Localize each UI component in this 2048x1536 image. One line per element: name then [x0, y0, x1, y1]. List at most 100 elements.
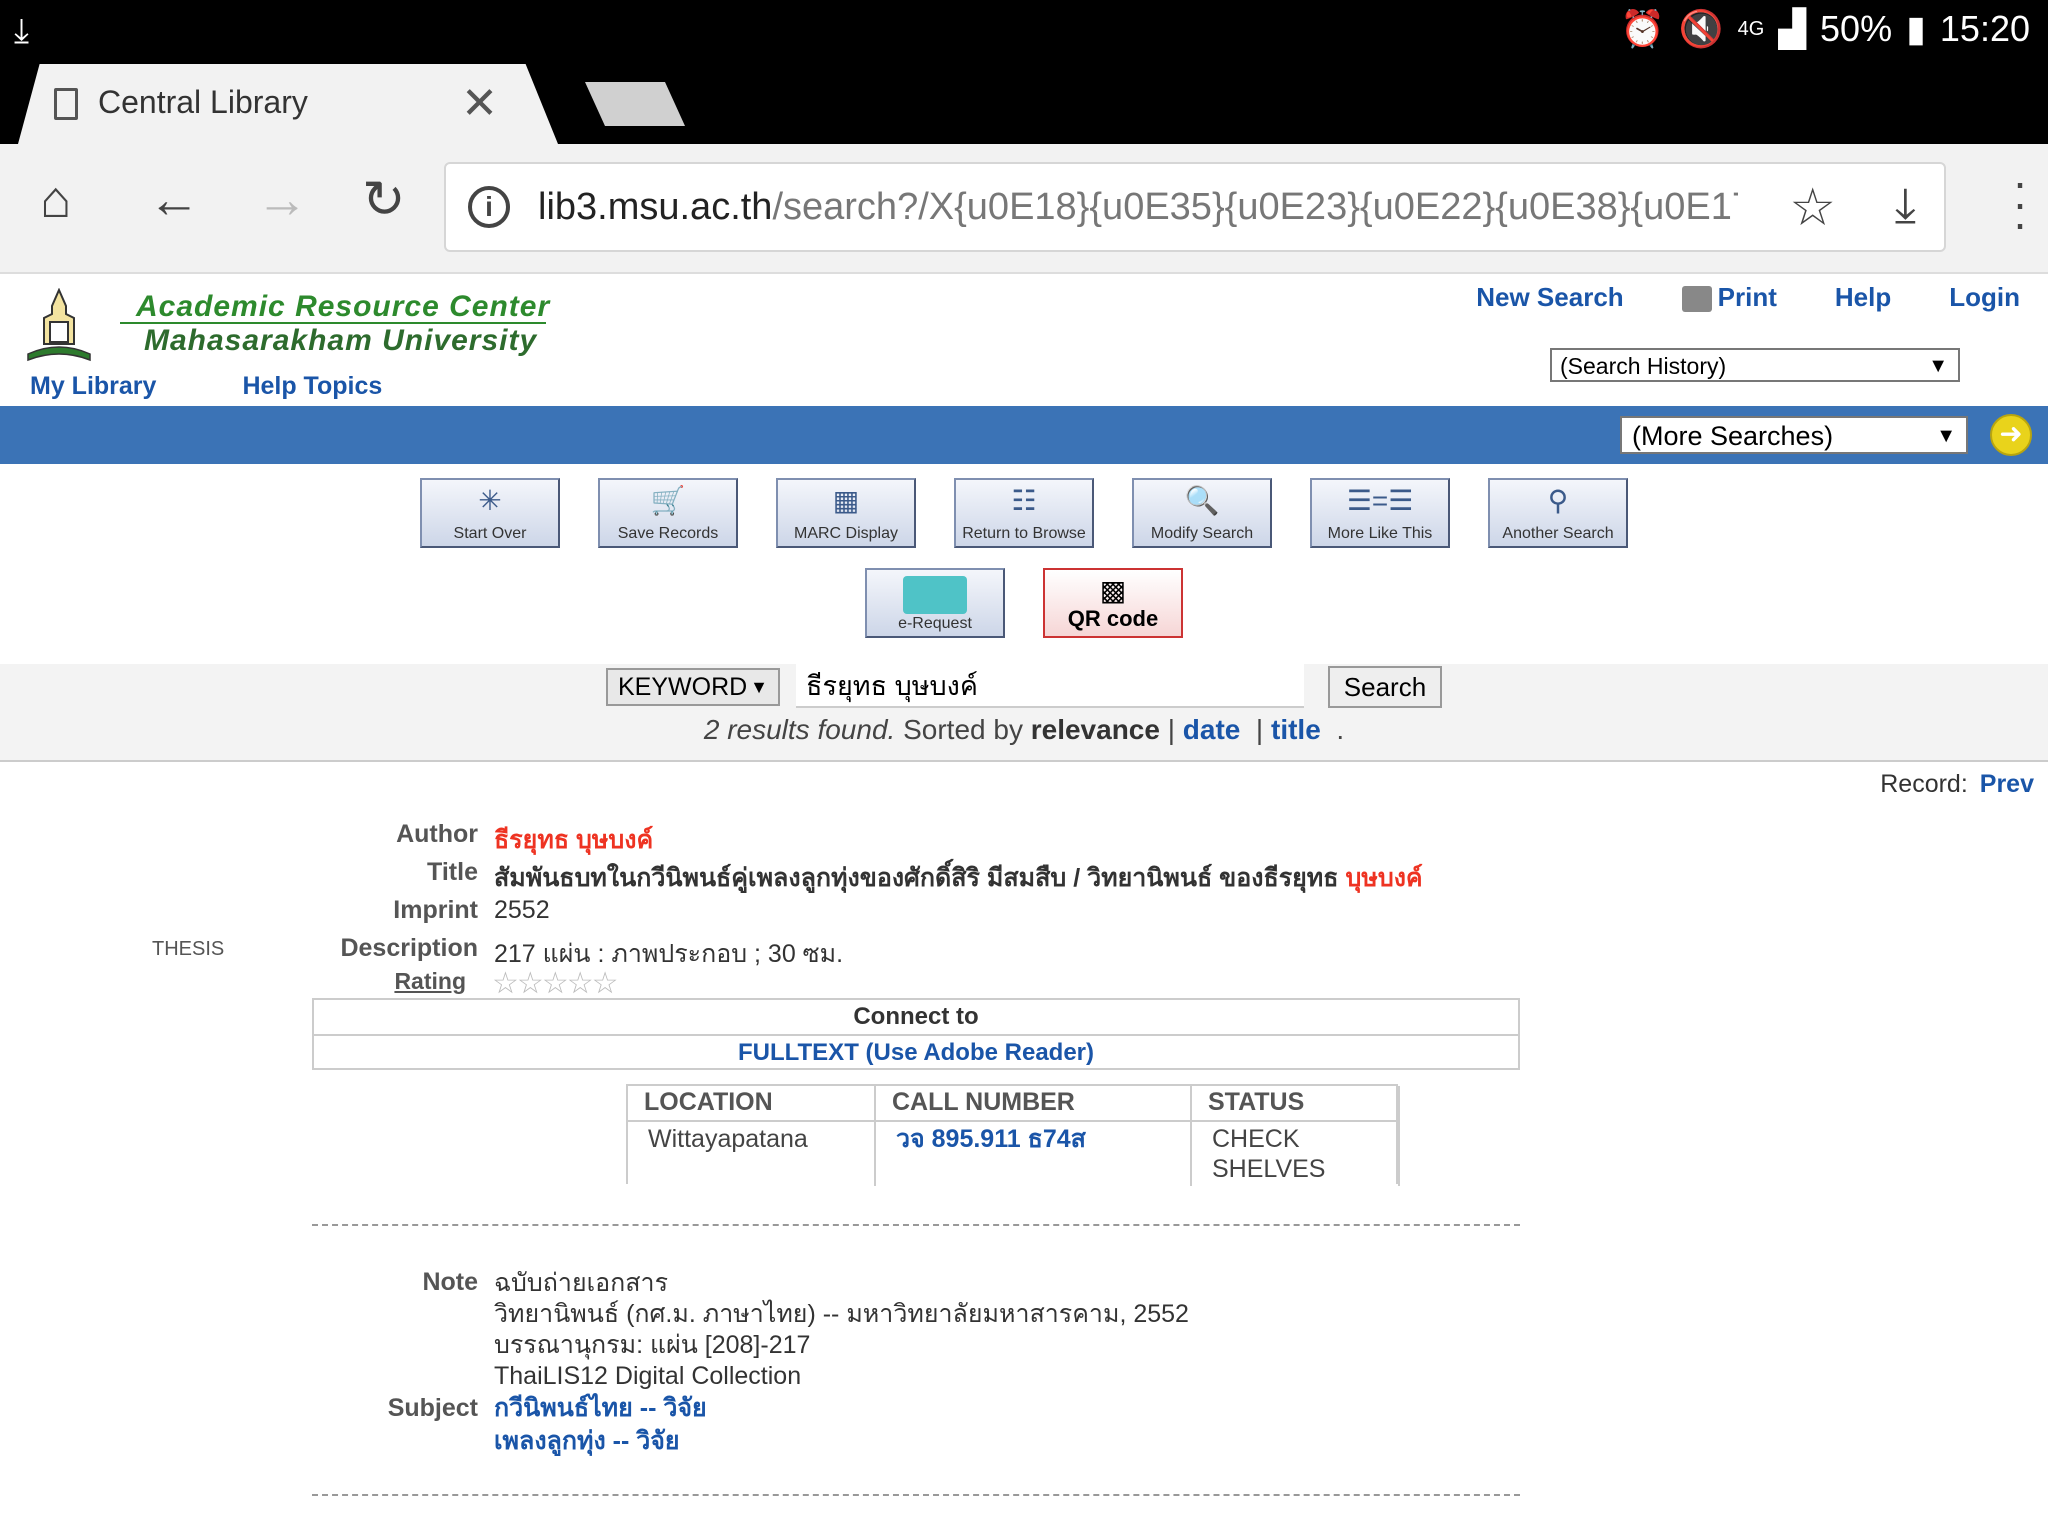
rating-star-icon[interactable]: ☆ [542, 967, 569, 1000]
close-tab-icon[interactable]: ✕ [461, 78, 498, 129]
status-line-1: CHECK [1212, 1125, 1300, 1153]
modify-search-button[interactable]: 🔍 Modify Search [1132, 478, 1272, 548]
button-label: MARC Display [793, 525, 898, 542]
button-label: Start Over [453, 525, 527, 542]
more-searches-select[interactable]: (More Searches) ▼ [1620, 416, 1968, 454]
holdings-column-status: STATUS CHECK SHELVES [1192, 1086, 1400, 1186]
action-buttons-row: ✳ Start Over 🛒 Save Records ▦ MARC Display … [0, 478, 2048, 548]
web-page: Academic Resource Center Mahasarakham Un… [0, 272, 2048, 1536]
sort-relevance: relevance [1030, 714, 1160, 745]
rating-stars[interactable]: ☆☆☆☆☆ [492, 966, 619, 1001]
button-label: Modify Search [1150, 525, 1254, 542]
button-label: Return to Browse [962, 525, 1086, 542]
download-page-icon[interactable]: ⤓ [1895, 178, 1916, 234]
clock: 15:20 [1939, 8, 2030, 49]
start-over-button[interactable]: ✳ Start Over [420, 478, 560, 548]
university-logo-icon [27, 288, 91, 362]
search-button[interactable]: Search [1328, 666, 1442, 708]
rating-star-icon[interactable]: ☆ [517, 967, 544, 1000]
e-request-button[interactable]: e-Request [865, 568, 1005, 638]
bookmark-star-icon[interactable]: ☆ [1789, 178, 1836, 238]
holdings-table: LOCATION Wittayapatana CALL NUMBER วจ 89… [626, 1084, 1400, 1186]
address-bar[interactable]: i lib3.msu.ac.th/search?/X{u0E18}{u0E35}… [444, 162, 1946, 252]
forward-icon[interactable]: → [256, 174, 308, 226]
button-label: e-Request [898, 615, 972, 632]
back-icon[interactable]: ← [148, 174, 200, 226]
qr-code-button[interactable]: ▩ QR code [1043, 568, 1183, 638]
record-navigation: Record: Prev [1880, 770, 2034, 799]
login-link[interactable]: Login [1949, 282, 2020, 313]
status-value: CHECK SHELVES [1192, 1122, 1398, 1184]
more-searches-value: (More Searches) [1632, 421, 1834, 451]
top-links: New Search Print Help Login [1476, 282, 2020, 313]
sort-date-link[interactable]: date [1183, 714, 1241, 745]
note-label: Note [422, 1268, 478, 1296]
description-label: Description [340, 934, 478, 962]
holdings-column-call-number: CALL NUMBER วจ 895.911 ธ74ส [876, 1086, 1192, 1186]
overflow-menu-icon[interactable]: · · · [2010, 159, 2030, 246]
fulltext-link[interactable]: FULLTEXT (Use Adobe Reader) [314, 1036, 1518, 1070]
printer-icon [1681, 286, 1712, 313]
divider [312, 1224, 1520, 1226]
home-icon[interactable]: ⌂ [40, 174, 71, 226]
nav-bar: (More Searches) ▼ ➜ [0, 406, 2048, 464]
qr-code-icon: ▩ [1099, 575, 1127, 606]
network-label: 4G [1737, 17, 1765, 40]
print-link[interactable]: Print [1681, 282, 1777, 313]
search-input[interactable]: ธีรยุทธ บุษบงค์ [796, 664, 1304, 708]
rating-star-icon[interactable]: ☆ [492, 967, 519, 1000]
dropdown-arrow-icon: ▼ [1936, 425, 1956, 447]
marc-display-button[interactable]: ▦ MARC Display [776, 478, 916, 548]
info-icon[interactable]: i [468, 186, 510, 228]
url-host: lib3.msu.ac.th [538, 186, 773, 228]
tab-title: Central Library [98, 84, 308, 120]
results-summary: 2 results found. Sorted by relevance | d… [703, 714, 1345, 745]
note-line: ฉบับถ่ายเอกสาร [494, 1269, 669, 1297]
table-header: STATUS [1192, 1086, 1398, 1122]
results-count: 2 results found. [703, 714, 896, 745]
more-like-this-button[interactable]: ☰=☰ More Like This [1310, 478, 1450, 548]
help-topics-link[interactable]: Help Topics [242, 372, 382, 401]
help-link[interactable]: Help [1835, 282, 1891, 313]
call-number-link[interactable]: วจ 895.911 ธ74ส [876, 1122, 1190, 1154]
author-value[interactable]: ธีรยุทธ บุษบงค์ [494, 820, 653, 860]
reload-icon[interactable]: ↻ [362, 174, 406, 226]
browser-toolbar: ⌂ ← → ↻ i lib3.msu.ac.th/search?/X{u0E18… [0, 144, 2048, 274]
grid-icon: ▦ [832, 485, 860, 516]
note-values: ฉบับถ่ายเอกสาร วิทยานิพนธ์ (กศ.ม. ภาษาไท… [494, 1268, 1189, 1392]
new-search-link[interactable]: New Search [1476, 282, 1623, 313]
imprint-label: Imprint [393, 896, 478, 924]
browser-tab[interactable]: Central Library ✕ [18, 64, 558, 144]
return-to-browse-button[interactable]: ☷ Return to Browse [954, 478, 1094, 548]
new-tab-button[interactable] [585, 82, 685, 126]
my-library-link[interactable]: My Library [30, 372, 156, 401]
rating-label[interactable]: Rating [0, 968, 466, 995]
subject-link[interactable]: กวีนิพนธ์ไทย -- วิจัย [494, 1392, 707, 1425]
cart-icon: 🛒 [650, 485, 686, 516]
rating-star-icon[interactable]: ☆ [592, 967, 619, 1000]
magnifier-icon: 🔍 [1184, 485, 1220, 516]
url-text[interactable]: lib3.msu.ac.th/search?/X{u0E18}{u0E35}{u… [538, 186, 1738, 229]
record-label: Record: [1880, 770, 1968, 798]
rating-star-icon[interactable]: ☆ [567, 967, 594, 1000]
search-band: KEYWORD ▼ ธีรยุทธ บุษบงค์ Search 2 result… [0, 664, 2048, 762]
sort-title-link[interactable]: title [1271, 714, 1321, 745]
save-records-button[interactable]: 🛒 Save Records [598, 478, 738, 548]
sorted-by-label: Sorted by [903, 714, 1023, 745]
location-value: Wittayapatana [648, 1125, 808, 1153]
url-path: /search?/X{u0E18}{u0E35}{u0E23}{u0E22}{u… [772, 186, 1738, 228]
go-arrow-icon[interactable]: ➜ [1990, 414, 2032, 456]
title-value: สัมพันธบทในกวีนิพนธ์คู่เพลงลูกทุ่งของศัก… [494, 858, 1423, 898]
another-search-button[interactable]: ⚲ Another Search [1488, 478, 1628, 548]
download-icon: ⤓ [14, 12, 30, 50]
subject-link[interactable]: เพลงลูกทุ่ง -- วิจัย [494, 1425, 707, 1458]
connect-to-box: Connect to FULLTEXT (Use Adobe Reader) [312, 998, 1520, 1070]
search-scope-select[interactable]: KEYWORD ▼ [606, 668, 780, 706]
prev-record-link[interactable]: Prev [1980, 770, 2034, 798]
table-header: LOCATION [628, 1086, 874, 1122]
subject-links: กวีนิพนธ์ไทย -- วิจัย เพลงลูกทุ่ง -- วิจ… [494, 1392, 707, 1458]
signal-icon: ▟ [1778, 8, 1807, 49]
connect-to-heading: Connect to [314, 1000, 1518, 1036]
search-history-select[interactable]: (Search History) ▼ [1550, 348, 1960, 382]
mute-icon: 🔇 [1678, 8, 1724, 49]
